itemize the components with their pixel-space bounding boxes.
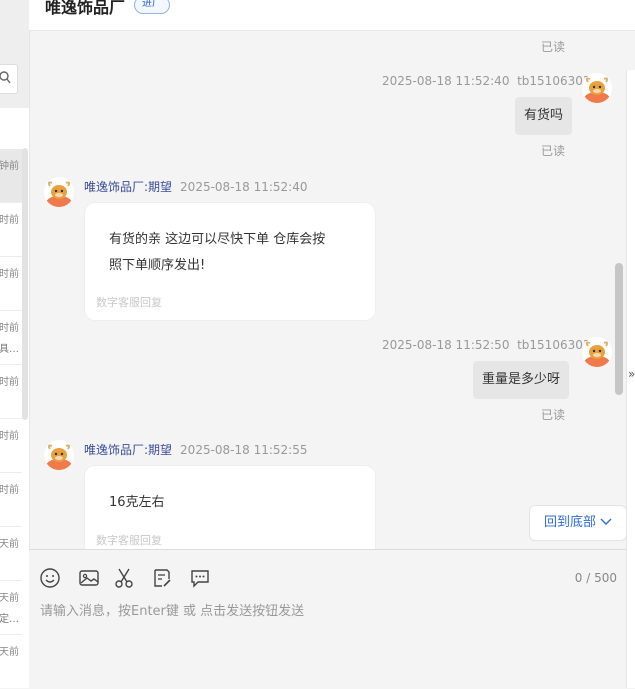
shop-title: 唯逸饰品厂 (45, 0, 126, 17)
conversation-time: 天前 (0, 593, 19, 604)
conversation-item[interactable]: 钟前 (0, 149, 22, 203)
message-meta: 2025-08-18 11:52:40 tb151063039 (382, 74, 598, 88)
message-list: 已读 2025-08-18 11:52:40 tb151063039 有货吗 已… (29, 31, 626, 549)
conversation-item[interactable]: 时前 (0, 419, 22, 473)
conversation-time: 天前 (0, 647, 19, 658)
quick-reply-icon[interactable] (151, 567, 173, 589)
message-timestamp: 2025-08-18 11:52:40 (382, 74, 510, 88)
conversation-item[interactable]: 天前 (0, 527, 22, 581)
conversation-snippet: 定… (0, 614, 19, 625)
conversation-time: 时前 (0, 269, 19, 280)
avatar[interactable] (44, 177, 74, 207)
message-card: 有货的亲 这边可以尽快下单 仓库会按 照下单顺序发出! 数字客服回复 (85, 203, 375, 320)
ai-reply-hint: 数字客服回复 (96, 534, 162, 547)
conversation-item[interactable]: 时前 (0, 473, 22, 527)
message-text: 16克左右 (109, 495, 165, 510)
read-status: 已读 (541, 144, 566, 158)
message-timestamp: 2025-08-18 11:52:40 (180, 180, 308, 194)
conversation-time: 时前 (0, 485, 19, 496)
conversation-item[interactable]: 天前 (0, 635, 22, 688)
conversation-sidebar: 钟前 时前 时前 时前 具… 时前 时前 时前 天前 天前 定… 天前 (0, 0, 30, 688)
conversation-item[interactable]: 时前 具… (0, 311, 22, 365)
char-counter: 0 / 500 (574, 571, 617, 585)
back-to-bottom-label: 回到底部 (543, 515, 596, 530)
conversation-item[interactable]: 时前 (0, 365, 22, 419)
conversation-item[interactable]: 天前 定… (0, 581, 22, 635)
message-text: 有货的亲 这边可以尽快下单 仓库会按 (109, 232, 326, 247)
conversation-item[interactable]: 时前 (0, 203, 22, 257)
cow-avatar-icon (584, 341, 610, 367)
chat-header: 唯逸饰品厂 进厂 (29, 0, 635, 31)
ai-reply-hint: 数字客服回复 (96, 296, 162, 309)
chevron-down-icon (600, 506, 612, 540)
message-sender: 唯逸饰品厂:期望 (84, 180, 173, 194)
cow-avatar-icon (46, 444, 72, 470)
back-to-bottom-button[interactable]: 回到底部 (529, 505, 626, 541)
conversation-time: 钟前 (0, 161, 19, 172)
message-meta: 唯逸饰品厂:期望 2025-08-18 11:52:55 (84, 441, 308, 458)
conversation-item[interactable]: 时前 (0, 257, 22, 311)
message-input[interactable]: 请输入消息，按Enter键 或 点击发送按钮发送 (40, 600, 304, 619)
message-bubble: 重量是多少呀 (473, 361, 570, 399)
message-meta: 2025-08-18 11:52:50 tb151063039 (382, 338, 598, 352)
conversation-time: 时前 (0, 215, 19, 226)
message-timestamp: 2025-08-18 11:52:50 (382, 338, 510, 352)
search-input[interactable] (0, 64, 18, 94)
message-text: 照下单顺序发出! (109, 258, 206, 273)
conversation-time: 时前 (0, 323, 19, 334)
search-icon (0, 71, 11, 84)
message-card: 16克左右 数字客服回复 (85, 466, 375, 549)
message-timestamp: 2025-08-18 11:52:55 (180, 443, 308, 457)
message-sender: 唯逸饰品厂:期望 (84, 443, 173, 457)
expand-panel-icon[interactable]: » (628, 367, 635, 381)
avatar[interactable] (582, 337, 612, 367)
side-panel-edge: » (626, 70, 635, 688)
message-scrollbar[interactable] (615, 263, 623, 395)
image-icon[interactable] (78, 567, 100, 589)
read-status: 已读 (541, 40, 566, 54)
scissors-icon[interactable] (113, 567, 135, 589)
read-status: 已读 (541, 408, 566, 422)
conversation-snippet: 具… (0, 344, 19, 355)
avatar[interactable] (44, 440, 74, 470)
avatar[interactable] (582, 73, 612, 103)
cow-avatar-icon (584, 77, 610, 103)
chat-icon[interactable] (189, 567, 211, 589)
shop-tag[interactable]: 进厂 (134, 0, 170, 14)
cow-avatar-icon (46, 181, 72, 207)
conversation-time: 时前 (0, 431, 19, 442)
conversation-time: 天前 (0, 539, 19, 550)
message-bubble: 有货吗 (515, 97, 573, 135)
emoji-icon[interactable] (39, 567, 61, 589)
message-composer: 0 / 500 请输入消息，按Enter键 或 点击发送按钮发送 (29, 549, 626, 689)
sidebar-scrollbar[interactable] (22, 148, 28, 420)
conversation-time: 时前 (0, 377, 19, 388)
message-meta: 唯逸饰品厂:期望 2025-08-18 11:52:40 (84, 178, 308, 195)
